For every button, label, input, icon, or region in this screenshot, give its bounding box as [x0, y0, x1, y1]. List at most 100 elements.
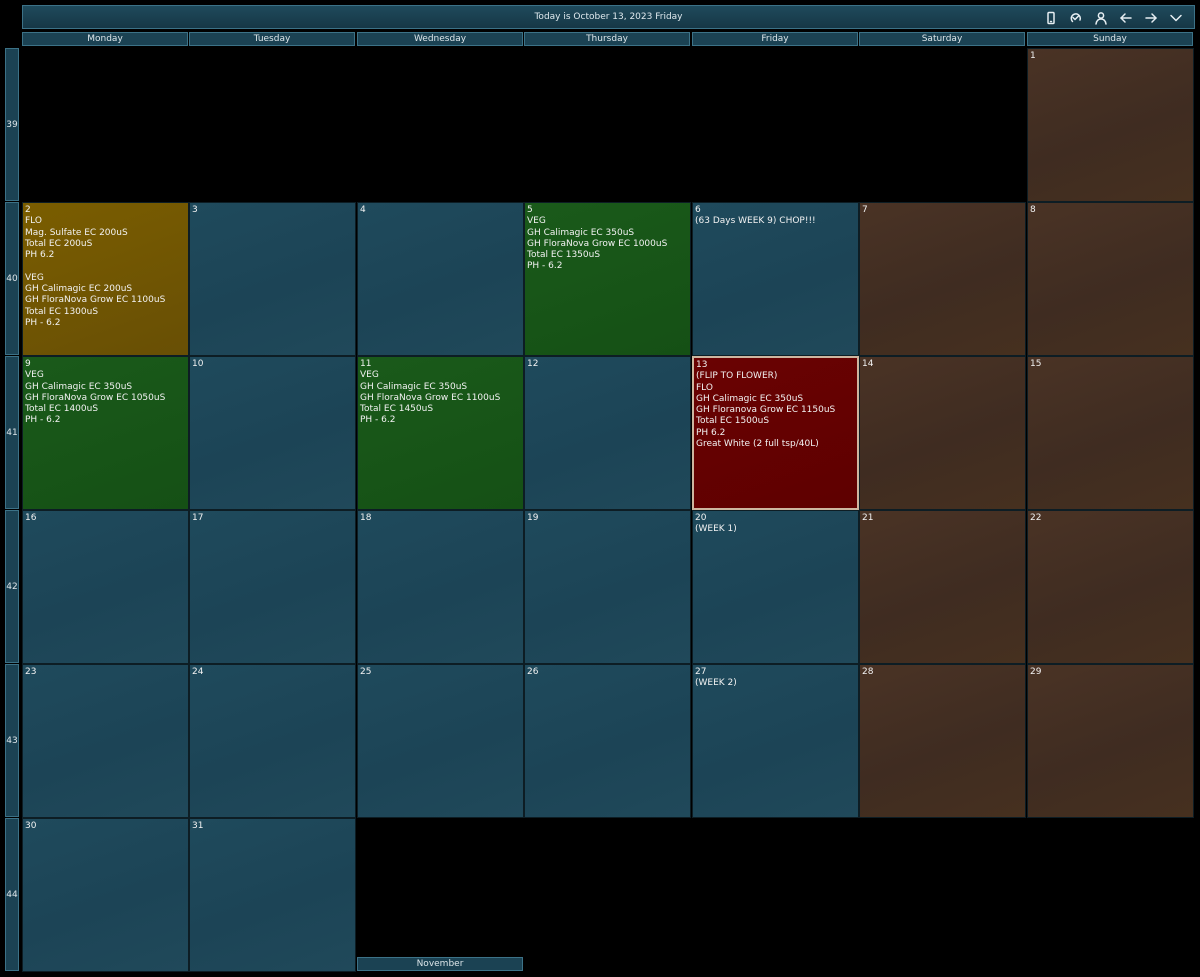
day-cell[interactable]: 24 — [189, 664, 356, 818]
day-cell[interactable]: 25 — [357, 664, 524, 818]
day-cell[interactable]: 10 — [189, 356, 356, 510]
day-number: 27 — [695, 667, 707, 677]
day-cell[interactable]: 19 — [524, 510, 691, 664]
day-cell[interactable]: 29 — [1027, 664, 1194, 818]
day-cell[interactable]: 16 — [22, 510, 189, 664]
event-note: FLO Mag. Sulfate EC 200uS Total EC 200uS… — [25, 216, 166, 328]
day-number: 16 — [25, 513, 37, 523]
day-number: 4 — [360, 205, 366, 215]
week-number[interactable]: 39 — [5, 48, 19, 201]
day-cell[interactable]: 28 — [859, 664, 1026, 818]
day-header-sunday: Sunday — [1027, 32, 1193, 46]
day-cell[interactable]: 26 — [524, 664, 691, 818]
empty-cell — [692, 48, 859, 202]
day-cell[interactable]: 22 — [1027, 510, 1194, 664]
day-cell[interactable]: 21 — [859, 510, 1026, 664]
day-cell[interactable]: 2 FLO Mag. Sulfate EC 200uS Total EC 200u… — [22, 202, 189, 356]
day-cell[interactable]: 8 — [1027, 202, 1194, 356]
day-number: 7 — [862, 205, 868, 215]
day-cell[interactable]: 13 (FLIP TO FLOWER) FLO GH Calimagic EC 3… — [692, 356, 859, 510]
day-cell[interactable]: 1 — [1027, 48, 1194, 202]
day-cell[interactable]: 17 — [189, 510, 356, 664]
day-number: 24 — [192, 667, 204, 677]
event-note: VEG GH Calimagic EC 350uS GH FloraNova G… — [360, 370, 501, 426]
day-cell[interactable]: 5 VEG GH Calimagic EC 350uS GH FloraNova … — [524, 202, 691, 356]
day-cell[interactable]: 23 — [22, 664, 189, 818]
week-number[interactable]: 41 — [5, 356, 19, 509]
today-title: Today is October 13, 2023 Friday — [534, 12, 683, 22]
day-number: 13 — [696, 360, 708, 370]
day-cell[interactable]: 12 — [524, 356, 691, 510]
day-cell[interactable]: 30 — [22, 818, 189, 972]
day-cell[interactable]: 3 — [189, 202, 356, 356]
event-note: (WEEK 2) — [695, 678, 737, 689]
day-cell[interactable]: 7 — [859, 202, 1026, 356]
day-number: 25 — [360, 667, 372, 677]
empty-cell — [189, 48, 356, 202]
day-number: 17 — [192, 513, 204, 523]
day-number: 3 — [192, 205, 198, 215]
day-number: 18 — [360, 513, 372, 523]
day-cell[interactable]: 20 (WEEK 1) — [692, 510, 859, 664]
day-header-wednesday: Wednesday — [357, 32, 523, 46]
day-number: 31 — [192, 821, 204, 831]
day-header-monday: Monday — [22, 32, 188, 46]
sync-icon[interactable] — [1063, 7, 1088, 29]
empty-cell — [357, 48, 524, 202]
day-number: 21 — [862, 513, 874, 523]
day-number: 15 — [1030, 359, 1042, 369]
arrow-left-icon[interactable] — [1113, 7, 1138, 29]
phone-icon[interactable] — [1038, 7, 1063, 29]
day-cell[interactable]: 27 (WEEK 2) — [692, 664, 859, 818]
day-cell[interactable]: 11 VEG GH Calimagic EC 350uS GH FloraNova… — [357, 356, 524, 510]
day-cell[interactable]: 18 — [357, 510, 524, 664]
arrow-right-icon[interactable] — [1138, 7, 1163, 29]
empty-cell — [692, 818, 859, 972]
toolbar-icons — [1038, 6, 1188, 30]
day-number: 8 — [1030, 205, 1036, 215]
day-number: 22 — [1030, 513, 1042, 523]
empty-cell — [859, 48, 1026, 202]
day-header-tuesday: Tuesday — [189, 32, 355, 46]
chevron-down-icon[interactable] — [1163, 7, 1188, 29]
day-number: 20 — [695, 513, 707, 523]
week-number[interactable]: 40 — [5, 202, 19, 355]
user-icon[interactable] — [1088, 7, 1113, 29]
week-number[interactable]: 43 — [5, 664, 19, 817]
day-cell[interactable]: 9 VEG GH Calimagic EC 350uS GH FloraNova … — [22, 356, 189, 510]
day-header-friday: Friday — [692, 32, 858, 46]
day-header-thursday: Thursday — [524, 32, 690, 46]
event-note: VEG GH Calimagic EC 350uS GH FloraNova G… — [25, 370, 166, 426]
week-number[interactable]: 42 — [5, 510, 19, 663]
day-number: 5 — [527, 205, 533, 215]
event-note: (63 Days WEEK 9) CHOP!!! — [695, 216, 816, 227]
day-number: 14 — [862, 359, 874, 369]
day-cell[interactable]: 15 — [1027, 356, 1194, 510]
day-number: 23 — [25, 667, 37, 677]
empty-cell — [524, 48, 691, 202]
empty-cell — [524, 818, 691, 972]
empty-cell — [357, 818, 524, 972]
day-header-saturday: Saturday — [859, 32, 1025, 46]
week-number[interactable]: 44 — [5, 818, 19, 971]
day-cell[interactable]: 31 — [189, 818, 356, 972]
day-number: 30 — [25, 821, 37, 831]
next-month-tab[interactable]: November — [357, 957, 523, 971]
day-cell[interactable]: 6 (63 Days WEEK 9) CHOP!!! — [692, 202, 859, 356]
day-number: 12 — [527, 359, 539, 369]
event-note: (WEEK 1) — [695, 524, 737, 535]
calendar-toolbar: Today is October 13, 2023 Friday — [22, 5, 1195, 29]
empty-cell — [1027, 818, 1194, 972]
day-cell[interactable]: 14 — [859, 356, 1026, 510]
day-number: 2 — [25, 205, 31, 215]
empty-cell — [22, 48, 189, 202]
day-number: 9 — [25, 359, 31, 369]
day-cell[interactable]: 4 — [357, 202, 524, 356]
empty-cell — [859, 818, 1026, 972]
day-number: 1 — [1030, 51, 1036, 61]
day-number: 11 — [360, 359, 372, 369]
event-note: (FLIP TO FLOWER) FLO GH Calimagic EC 350… — [696, 371, 836, 450]
day-number: 29 — [1030, 667, 1042, 677]
day-number: 19 — [527, 513, 539, 523]
day-number: 26 — [527, 667, 539, 677]
